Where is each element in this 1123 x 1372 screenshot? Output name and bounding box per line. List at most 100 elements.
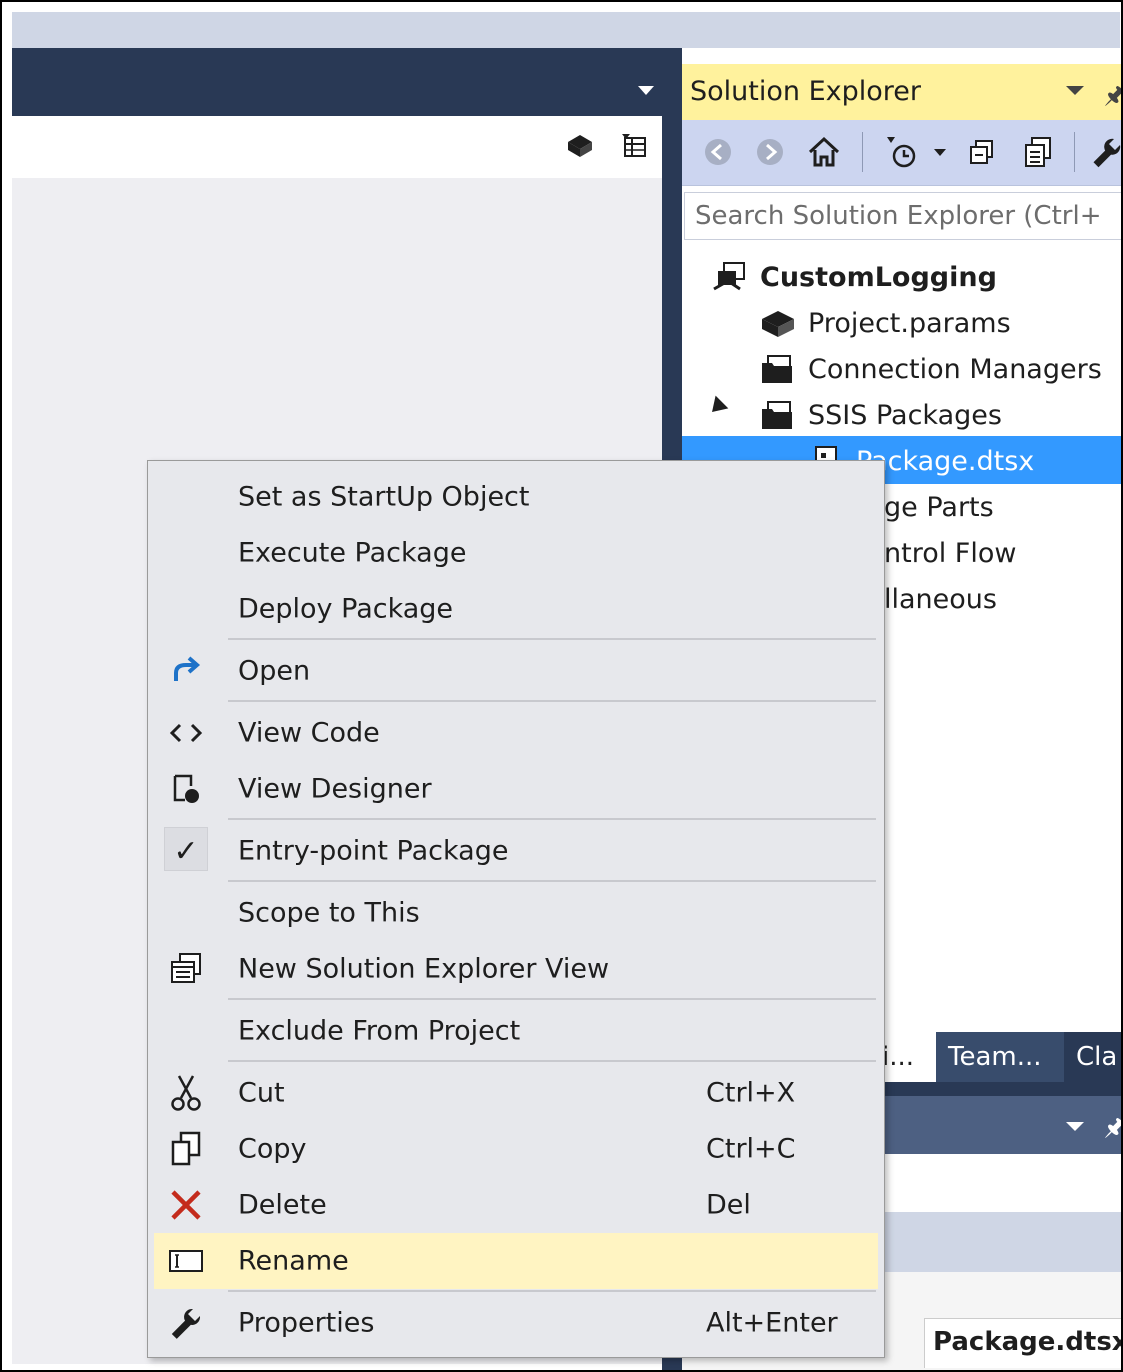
ssis-project-icon	[710, 259, 750, 295]
menu-item-label: Delete	[238, 1189, 327, 1221]
menu-item-entry-point[interactable]: ✓ Entry-point Package	[154, 823, 878, 879]
pin-icon[interactable]: 🖈	[1104, 78, 1121, 119]
parameters-icon[interactable]	[564, 130, 596, 162]
top-strip	[12, 12, 1120, 48]
menu-item-copy[interactable]: Copy Ctrl+C	[154, 1121, 878, 1177]
context-menu: Set as StartUp Object Execute Package De…	[147, 460, 885, 1358]
pin-icon[interactable]: 🖈	[1104, 1110, 1121, 1151]
menu-item-label: Execute Package	[238, 537, 467, 569]
menu-separator	[228, 638, 876, 640]
menu-item-label: Entry-point Package	[238, 835, 509, 867]
menu-item-set-startup[interactable]: Set as StartUp Object	[154, 469, 878, 525]
menu-item-label: Properties	[238, 1307, 375, 1339]
tree-item-control-flow[interactable]: ntrol Flow	[884, 530, 1016, 576]
menu-item-label: Exclude From Project	[238, 1015, 521, 1047]
toolbar-separator	[1074, 132, 1075, 172]
menu-item-shortcut: Del	[706, 1189, 751, 1221]
show-all-files-icon[interactable]	[1018, 134, 1058, 170]
rename-icon	[166, 1241, 206, 1281]
properties-wrench-icon[interactable]	[1090, 134, 1121, 170]
open-arrow-icon	[166, 651, 206, 691]
menu-separator	[228, 1290, 876, 1292]
menu-item-label: Cut	[238, 1077, 285, 1109]
forward-icon[interactable]	[752, 134, 788, 170]
menu-item-deploy-package[interactable]: Deploy Package	[154, 581, 878, 637]
tree-item-ssis-packages[interactable]: SSIS Packages	[758, 392, 1002, 438]
delete-x-icon	[166, 1185, 206, 1225]
pending-changes-filter-icon[interactable]	[882, 134, 922, 170]
menu-item-shortcut: Alt+Enter	[706, 1307, 838, 1339]
new-view-icon	[166, 949, 206, 989]
menu-item-delete[interactable]: Delete Del	[154, 1177, 878, 1233]
variables-icon[interactable]	[618, 130, 650, 162]
connection-managers-label: Connection Managers	[808, 353, 1102, 385]
wrench-icon	[166, 1303, 206, 1343]
menu-item-label: View Code	[238, 717, 380, 749]
menu-separator	[228, 880, 876, 882]
control-flow-label: ntrol Flow	[884, 537, 1017, 569]
folder-icon	[758, 351, 798, 387]
copy-icon	[166, 1129, 206, 1169]
project-label: CustomLogging	[760, 261, 997, 293]
menu-separator	[228, 818, 876, 820]
menu-item-new-se-view[interactable]: New Solution Explorer View	[154, 941, 878, 997]
menu-item-exclude[interactable]: Exclude From Project	[154, 1003, 878, 1059]
project-params-label: Project.params	[808, 307, 1011, 339]
menu-item-label: View Designer	[238, 773, 432, 805]
menu-item-cut[interactable]: Cut Ctrl+X	[154, 1065, 878, 1121]
back-icon[interactable]	[700, 134, 736, 170]
menu-item-open[interactable]: Open	[154, 643, 878, 699]
menu-item-shortcut: Ctrl+X	[706, 1077, 796, 1109]
chevron-down-icon[interactable]	[1066, 86, 1084, 95]
menu-separator	[228, 1060, 876, 1062]
menu-item-shortcut: Ctrl+C	[706, 1133, 796, 1165]
ssis-packages-label: SSIS Packages	[808, 399, 1002, 431]
tree-item-package-parts[interactable]: ge Parts	[884, 484, 994, 530]
menu-item-label: Deploy Package	[238, 593, 454, 625]
menu-item-label: New Solution Explorer View	[238, 953, 610, 985]
tree-item-project-params[interactable]: Project.params	[758, 300, 1011, 346]
search-placeholder: Search Solution Explorer (Ctrl+	[695, 201, 1102, 231]
menu-item-label: Rename	[238, 1245, 349, 1277]
menu-separator	[228, 700, 876, 702]
tab-team-explorer[interactable]: Team...	[936, 1032, 1064, 1082]
folder-icon	[758, 397, 798, 433]
vs-window: Solution Explorer 🖈	[0, 0, 1123, 1372]
checkmark-icon: ✓	[173, 833, 199, 869]
menu-item-label: Set as StartUp Object	[238, 481, 530, 513]
tree-item-project[interactable]: CustomLogging	[710, 254, 997, 300]
menu-item-label: Scope to This	[238, 897, 420, 929]
chevron-down-icon[interactable]	[1066, 1122, 1084, 1131]
code-brackets-icon	[166, 713, 206, 753]
scissors-icon	[166, 1073, 206, 1113]
collapse-all-icon[interactable]	[964, 134, 1000, 170]
menu-item-properties[interactable]: Properties Alt+Enter	[154, 1295, 878, 1351]
tab-class-view[interactable]: Cla	[1064, 1032, 1121, 1082]
dropdown-arrow-icon[interactable]	[930, 134, 950, 170]
solution-explorer-toolbar	[682, 120, 1121, 186]
menu-item-rename[interactable]: Rename	[154, 1233, 878, 1289]
document-title-bar	[12, 48, 664, 116]
tree-item-connection-managers[interactable]: Connection Managers	[758, 346, 1102, 392]
menu-item-label: Open	[238, 655, 311, 687]
tab-solution-explorer[interactable]: i...	[878, 1032, 936, 1082]
document-toolbar	[12, 116, 662, 178]
solution-explorer-search[interactable]: Search Solution Explorer (Ctrl+	[684, 192, 1121, 240]
menu-item-view-code[interactable]: View Code	[154, 705, 878, 761]
menu-item-view-designer[interactable]: View Designer	[154, 761, 878, 817]
solution-explorer-title-bar: Solution Explorer 🖈	[682, 64, 1121, 120]
menu-item-execute-package[interactable]: Execute Package	[154, 525, 878, 581]
properties-object-name: Package.dtsx	[924, 1318, 1121, 1368]
params-icon	[758, 305, 798, 341]
chevron-down-icon[interactable]	[638, 86, 654, 95]
toolbar-separator	[862, 132, 863, 172]
package-parts-label: ge Parts	[884, 491, 994, 523]
solution-explorer-title: Solution Explorer	[690, 76, 921, 107]
menu-item-label: Copy	[238, 1133, 307, 1165]
tree-item-miscellaneous[interactable]: llaneous	[884, 576, 997, 622]
designer-icon	[166, 769, 206, 809]
home-icon[interactable]	[804, 134, 844, 170]
miscellaneous-label: llaneous	[884, 583, 997, 615]
menu-separator	[228, 998, 876, 1000]
menu-item-scope-to-this[interactable]: Scope to This	[154, 885, 878, 941]
